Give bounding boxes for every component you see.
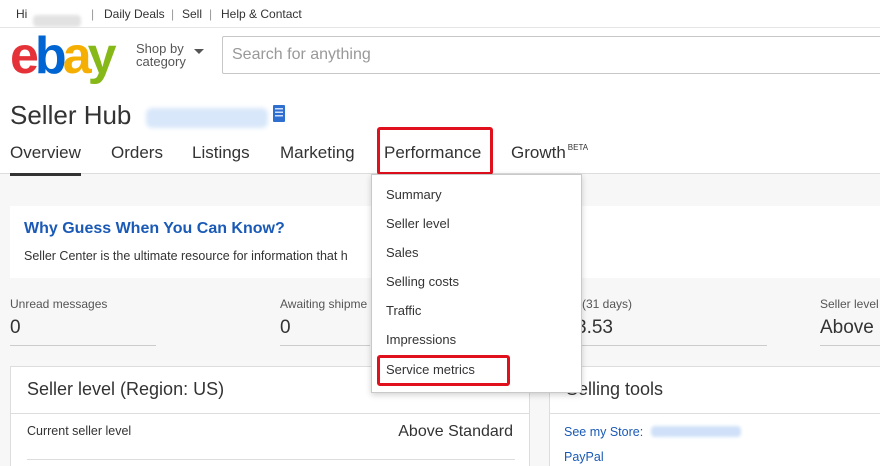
store-name-blurred [146, 108, 268, 128]
tab-overview[interactable]: Overview [10, 143, 81, 176]
tab-marketing[interactable]: Marketing [280, 143, 355, 163]
metric-divider [582, 345, 767, 346]
category-label: category [136, 54, 186, 69]
tab-growth[interactable]: Growth BETA [511, 143, 588, 163]
metric-label: Unread messages [10, 297, 108, 311]
menu-item-traffic[interactable]: Traffic [386, 303, 421, 318]
page-title: Seller Hub [10, 100, 132, 130]
paypal-link[interactable]: PayPal [564, 450, 604, 464]
menu-item-seller-level[interactable]: Seller level [386, 216, 450, 231]
metric-value: 3.53 [576, 317, 613, 338]
current-seller-level-value: Above Standard [398, 423, 513, 440]
metric-label: Seller level [820, 297, 879, 311]
menu-item-service-metrics[interactable]: Service metrics [386, 362, 475, 377]
growth-label: Growth [511, 143, 566, 162]
site-header: ebay Shop by category [0, 28, 880, 86]
metric-unread-messages[interactable]: Unread messages 0 [10, 297, 156, 346]
see-my-store-link[interactable]: See my Store: [564, 425, 741, 439]
tab-performance[interactable]: Performance [384, 143, 481, 163]
sell-link[interactable]: Sell [182, 7, 202, 21]
tab-orders[interactable]: Orders [111, 143, 163, 163]
metric-label: (31 days) [582, 297, 633, 311]
card-title: Seller level (Region: US) [27, 379, 225, 399]
card-divider [550, 413, 880, 414]
banner-text: Seller Center is the ultimate resource f… [24, 249, 348, 263]
top-utility-bar: Hi | Daily Deals | Sell | Help & Contact [0, 0, 880, 28]
metric-sales-31-days[interactable]: (31 days) 3.53 [576, 297, 767, 346]
shop-by-category-button[interactable]: Shop by category [136, 42, 204, 69]
banner-title[interactable]: Why Guess When You Can Know? [24, 220, 285, 238]
metric-value: 0 [280, 317, 291, 338]
metric-divider [820, 345, 880, 346]
separator: | [171, 7, 175, 21]
seller-hub-tabs: Overview Orders Listings Marketing Perfo… [0, 140, 880, 176]
caret-down-icon [194, 49, 204, 54]
document-icon[interactable] [273, 105, 285, 122]
beta-badge: BETA [567, 143, 589, 152]
greeting-text: Hi [16, 7, 28, 21]
daily-deals-link[interactable]: Daily Deals [104, 7, 165, 21]
metric-seller-level[interactable]: Seller level Above [820, 297, 880, 346]
metric-label: Awaiting shipme [280, 297, 368, 311]
menu-item-selling-costs[interactable]: Selling costs [386, 274, 459, 289]
separator: | [209, 7, 213, 21]
tab-listings[interactable]: Listings [192, 143, 250, 163]
help-contact-link[interactable]: Help & Contact [221, 7, 302, 21]
selling-tools-card: Selling tools See my Store: PayPal [549, 366, 880, 466]
current-seller-level-label: Current seller level [27, 424, 132, 438]
metric-divider [10, 345, 156, 346]
row-divider [27, 459, 515, 460]
menu-item-sales[interactable]: Sales [386, 245, 419, 260]
search-input[interactable] [222, 36, 880, 74]
metric-awaiting-shipment[interactable]: Awaiting shipme 0 [280, 297, 370, 346]
separator: | [91, 7, 95, 21]
menu-item-impressions[interactable]: Impressions [386, 332, 456, 347]
seller-hub-header: Seller Hub Overview Orders Listings Mark… [0, 86, 880, 176]
ebay-logo[interactable]: ebay [10, 30, 117, 82]
performance-dropdown-menu: Summary Seller level Sales Selling costs… [371, 174, 582, 393]
card-divider [11, 413, 529, 414]
metric-divider [280, 345, 370, 346]
menu-item-summary[interactable]: Summary [386, 187, 442, 202]
metric-value: Above [820, 317, 874, 338]
metric-value: 0 [10, 317, 21, 338]
store-url-blurred [650, 426, 741, 437]
